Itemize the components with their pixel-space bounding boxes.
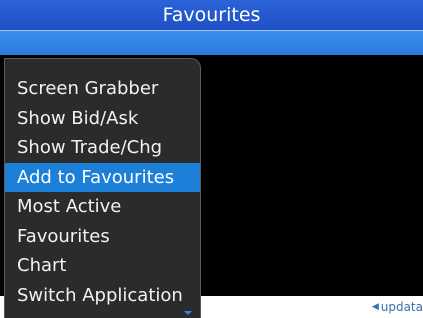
menu-item-show-trade-chg[interactable]: Show Trade/Chg [5, 133, 200, 163]
sub-header-bar [0, 31, 423, 55]
menu-item-label: Show Trade/Chg [17, 137, 163, 158]
menu-item-label: Favourites [17, 225, 110, 247]
menu-list: Screen Grabber Show Bid/Ask Show Trade/C… [5, 74, 200, 310]
arrow-left-icon: ◀ [371, 302, 379, 312]
menu-item-label: Switch Application [17, 284, 183, 306]
menu-item-screen-grabber[interactable]: Screen Grabber [5, 74, 200, 104]
updata-logo: ◀ updata [372, 299, 423, 315]
menu-item-label: Show Bid/Ask [17, 107, 139, 129]
menu-item-most-active[interactable]: Most Active [5, 192, 200, 222]
menu-item-favourites[interactable]: Favourites [5, 222, 200, 252]
chevron-down-icon[interactable] [184, 311, 192, 315]
menu-item-label: Most Active [17, 196, 122, 217]
menu-item-label: Chart [17, 255, 67, 276]
context-menu: Screen Grabber Show Bid/Ask Show Trade/C… [4, 58, 201, 318]
page-title: Favourites [162, 4, 261, 26]
menu-item-label: Screen Grabber [17, 78, 159, 99]
title-bar: Favourites [0, 0, 423, 31]
menu-item-add-to-favourites[interactable]: Add to Favourites [5, 162, 200, 192]
logo-text: updata [380, 300, 423, 314]
menu-item-show-bid-ask[interactable]: Show Bid/Ask [5, 104, 200, 134]
menu-item-switch-application[interactable]: Switch Application [5, 281, 200, 311]
menu-item-chart[interactable]: Chart [5, 251, 200, 281]
menu-item-label: Add to Favourites [17, 166, 175, 188]
